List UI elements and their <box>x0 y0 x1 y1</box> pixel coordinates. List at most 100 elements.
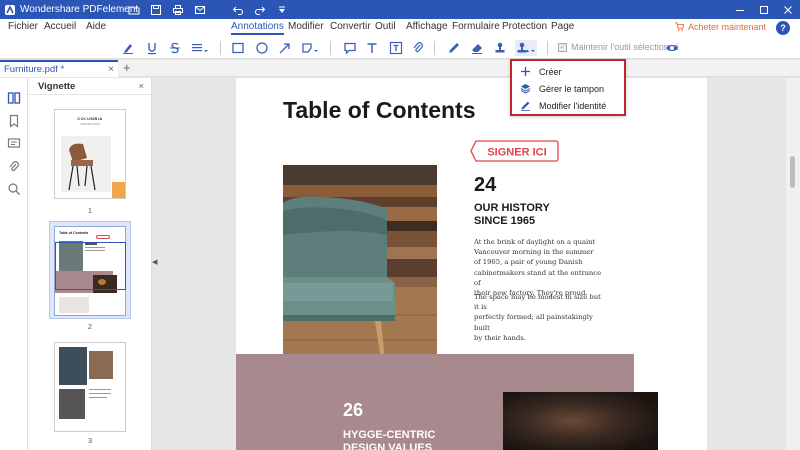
lines-dropdown-icon <box>192 44 208 52</box>
menu-item-create[interactable]: Créer <box>512 63 624 80</box>
thumb-title-text: COLUMBIA <box>77 116 103 121</box>
sign-here-stamp[interactable]: SIGNER ICI <box>470 139 560 163</box>
thumb-subtitle-text: COLLECTION <box>80 122 100 126</box>
maximize-icon <box>760 5 768 14</box>
menu-affichage[interactable]: Affichage <box>406 21 448 32</box>
app-logo-icon <box>5 4 15 15</box>
menu-aide[interactable]: Aide <box>86 21 106 32</box>
menu-item-manage-stamps[interactable]: Gérer le tampon <box>512 80 624 97</box>
attachment-tool[interactable] <box>410 40 426 56</box>
circle-icon <box>256 42 268 54</box>
thumbnails-panel-button[interactable] <box>6 90 22 106</box>
comments-panel-button[interactable] <box>6 136 22 152</box>
menu-modifier[interactable]: Modifier <box>288 21 324 32</box>
menu-annotations[interactable]: Annotations <box>231 21 284 35</box>
redo-icon[interactable] <box>254 4 266 16</box>
pdf-page: Table of Contents SIGNER ICI 24 OUR HIST… <box>236 78 707 450</box>
pen-icon <box>517 98 533 114</box>
thumb-bottom-block <box>59 297 89 313</box>
underline-icon <box>148 43 156 55</box>
pencil-tool[interactable] <box>446 40 462 56</box>
comment-tool[interactable] <box>342 40 358 56</box>
new-tab-button[interactable]: + <box>123 60 131 75</box>
shape-dropdown-tool[interactable] <box>300 40 320 56</box>
minimize-button[interactable] <box>728 0 752 19</box>
underline-tool[interactable] <box>144 40 160 56</box>
strikethrough-icon <box>170 42 180 54</box>
paragraph-line: by their hands. <box>474 333 526 342</box>
menu-item-create-label: Créer <box>539 66 562 77</box>
text-align-tool[interactable] <box>190 40 210 56</box>
eraser-tool[interactable] <box>469 40 485 56</box>
text-t-icon <box>367 43 377 53</box>
section-number-24: 24 <box>474 174 497 196</box>
oval-tool[interactable] <box>254 40 270 56</box>
close-tab-button[interactable]: × <box>108 64 114 75</box>
search-icon <box>8 183 20 195</box>
text-tool[interactable] <box>364 40 380 56</box>
highlighter-icon <box>123 44 133 54</box>
thumb-text-line <box>89 397 107 398</box>
paragraph-line: Vancouver morning in the summer <box>474 248 594 257</box>
menu-outil[interactable]: Outil <box>375 21 396 32</box>
menu-formulaire[interactable]: Formulaire <box>452 21 500 32</box>
document-tab[interactable]: Furniture.pdf * × <box>0 60 118 77</box>
close-window-button[interactable] <box>776 0 800 19</box>
menu-convertir[interactable]: Convertir <box>330 21 371 32</box>
stamp-icon <box>495 42 505 53</box>
help-button[interactable]: ? <box>776 21 790 35</box>
undo-icon[interactable] <box>232 4 244 16</box>
strikethrough-tool[interactable] <box>167 40 183 56</box>
page-thumbnail-3[interactable] <box>54 342 126 432</box>
keep-tool-label: Maintenir l'outil sélectionné <box>571 42 679 52</box>
arrow-tool[interactable] <box>277 40 293 56</box>
history-heading-line2: SINCE 1965 <box>474 215 536 227</box>
comment-icon <box>344 42 356 55</box>
thumb-page-number-2: 2 <box>87 322 93 331</box>
scrollbar-thumb[interactable] <box>790 156 795 188</box>
rectangle-tool[interactable] <box>230 40 246 56</box>
keep-tool-selected[interactable]: ✓ Maintenir l'outil sélectionné <box>558 42 679 52</box>
email-icon[interactable] <box>194 4 206 16</box>
sofa-photo <box>283 165 437 374</box>
menu-protection[interactable]: Protection <box>502 21 547 32</box>
minimize-icon <box>736 9 744 11</box>
buy-now-label: Acheter maintenant <box>687 21 766 32</box>
maximize-button[interactable] <box>752 0 776 19</box>
stamp-tool[interactable] <box>492 40 508 56</box>
signature-stamp-dropdown[interactable] <box>515 40 537 56</box>
thumb-page-number-3: 3 <box>87 436 93 445</box>
vertical-scrollbar[interactable] <box>786 78 800 450</box>
thumb-text-line <box>89 393 111 394</box>
menu-accueil[interactable]: Accueil <box>44 21 76 32</box>
page-thumbnail-2[interactable]: Table of Contents <box>54 226 126 316</box>
highlight-tool[interactable] <box>120 40 136 56</box>
open-folder-icon[interactable] <box>128 4 140 16</box>
textbox-tool[interactable] <box>388 40 404 56</box>
history-paragraph-1: At the brink of daylight on a quaint Van… <box>474 237 606 298</box>
buy-now-link[interactable]: Acheter maintenant <box>674 21 766 32</box>
hide-annotations-toggle[interactable] <box>664 40 680 56</box>
bookmarks-panel-button[interactable] <box>6 113 22 129</box>
close-thumbnails-button[interactable]: × <box>138 81 144 92</box>
stamp-dropdown-menu: Créer Gérer le tampon Modifier l'identit… <box>510 59 626 116</box>
history-heading: OUR HISTORY SINCE 1965 <box>474 202 594 228</box>
page-thumbnail-1[interactable]: COLUMBIA COLLECTION <box>54 109 126 199</box>
menu-page[interactable]: Page <box>551 21 574 32</box>
menu-fichier[interactable]: Fichier <box>8 21 38 32</box>
print-icon[interactable] <box>172 4 184 16</box>
toolbar-separator <box>434 41 435 55</box>
layers-icon <box>517 81 533 97</box>
menu-item-edit-identity[interactable]: Modifier l'identité <box>512 97 624 114</box>
customize-arrow-icon[interactable] <box>276 4 288 16</box>
keep-tool-checkbox[interactable]: ✓ <box>558 42 567 52</box>
save-icon[interactable] <box>150 4 162 16</box>
annotation-toolbar: ✓ Maintenir l'outil sélectionné <box>0 37 800 59</box>
collapse-panel-arrow-icon[interactable]: ◀ <box>152 258 157 266</box>
thumbnails-icon <box>7 92 21 104</box>
search-panel-button[interactable] <box>6 181 22 197</box>
thumb-bw-image <box>59 389 85 419</box>
attachments-panel-button[interactable] <box>6 159 22 175</box>
thumb-viewport-frame[interactable] <box>55 242 126 290</box>
close-icon <box>784 5 792 14</box>
